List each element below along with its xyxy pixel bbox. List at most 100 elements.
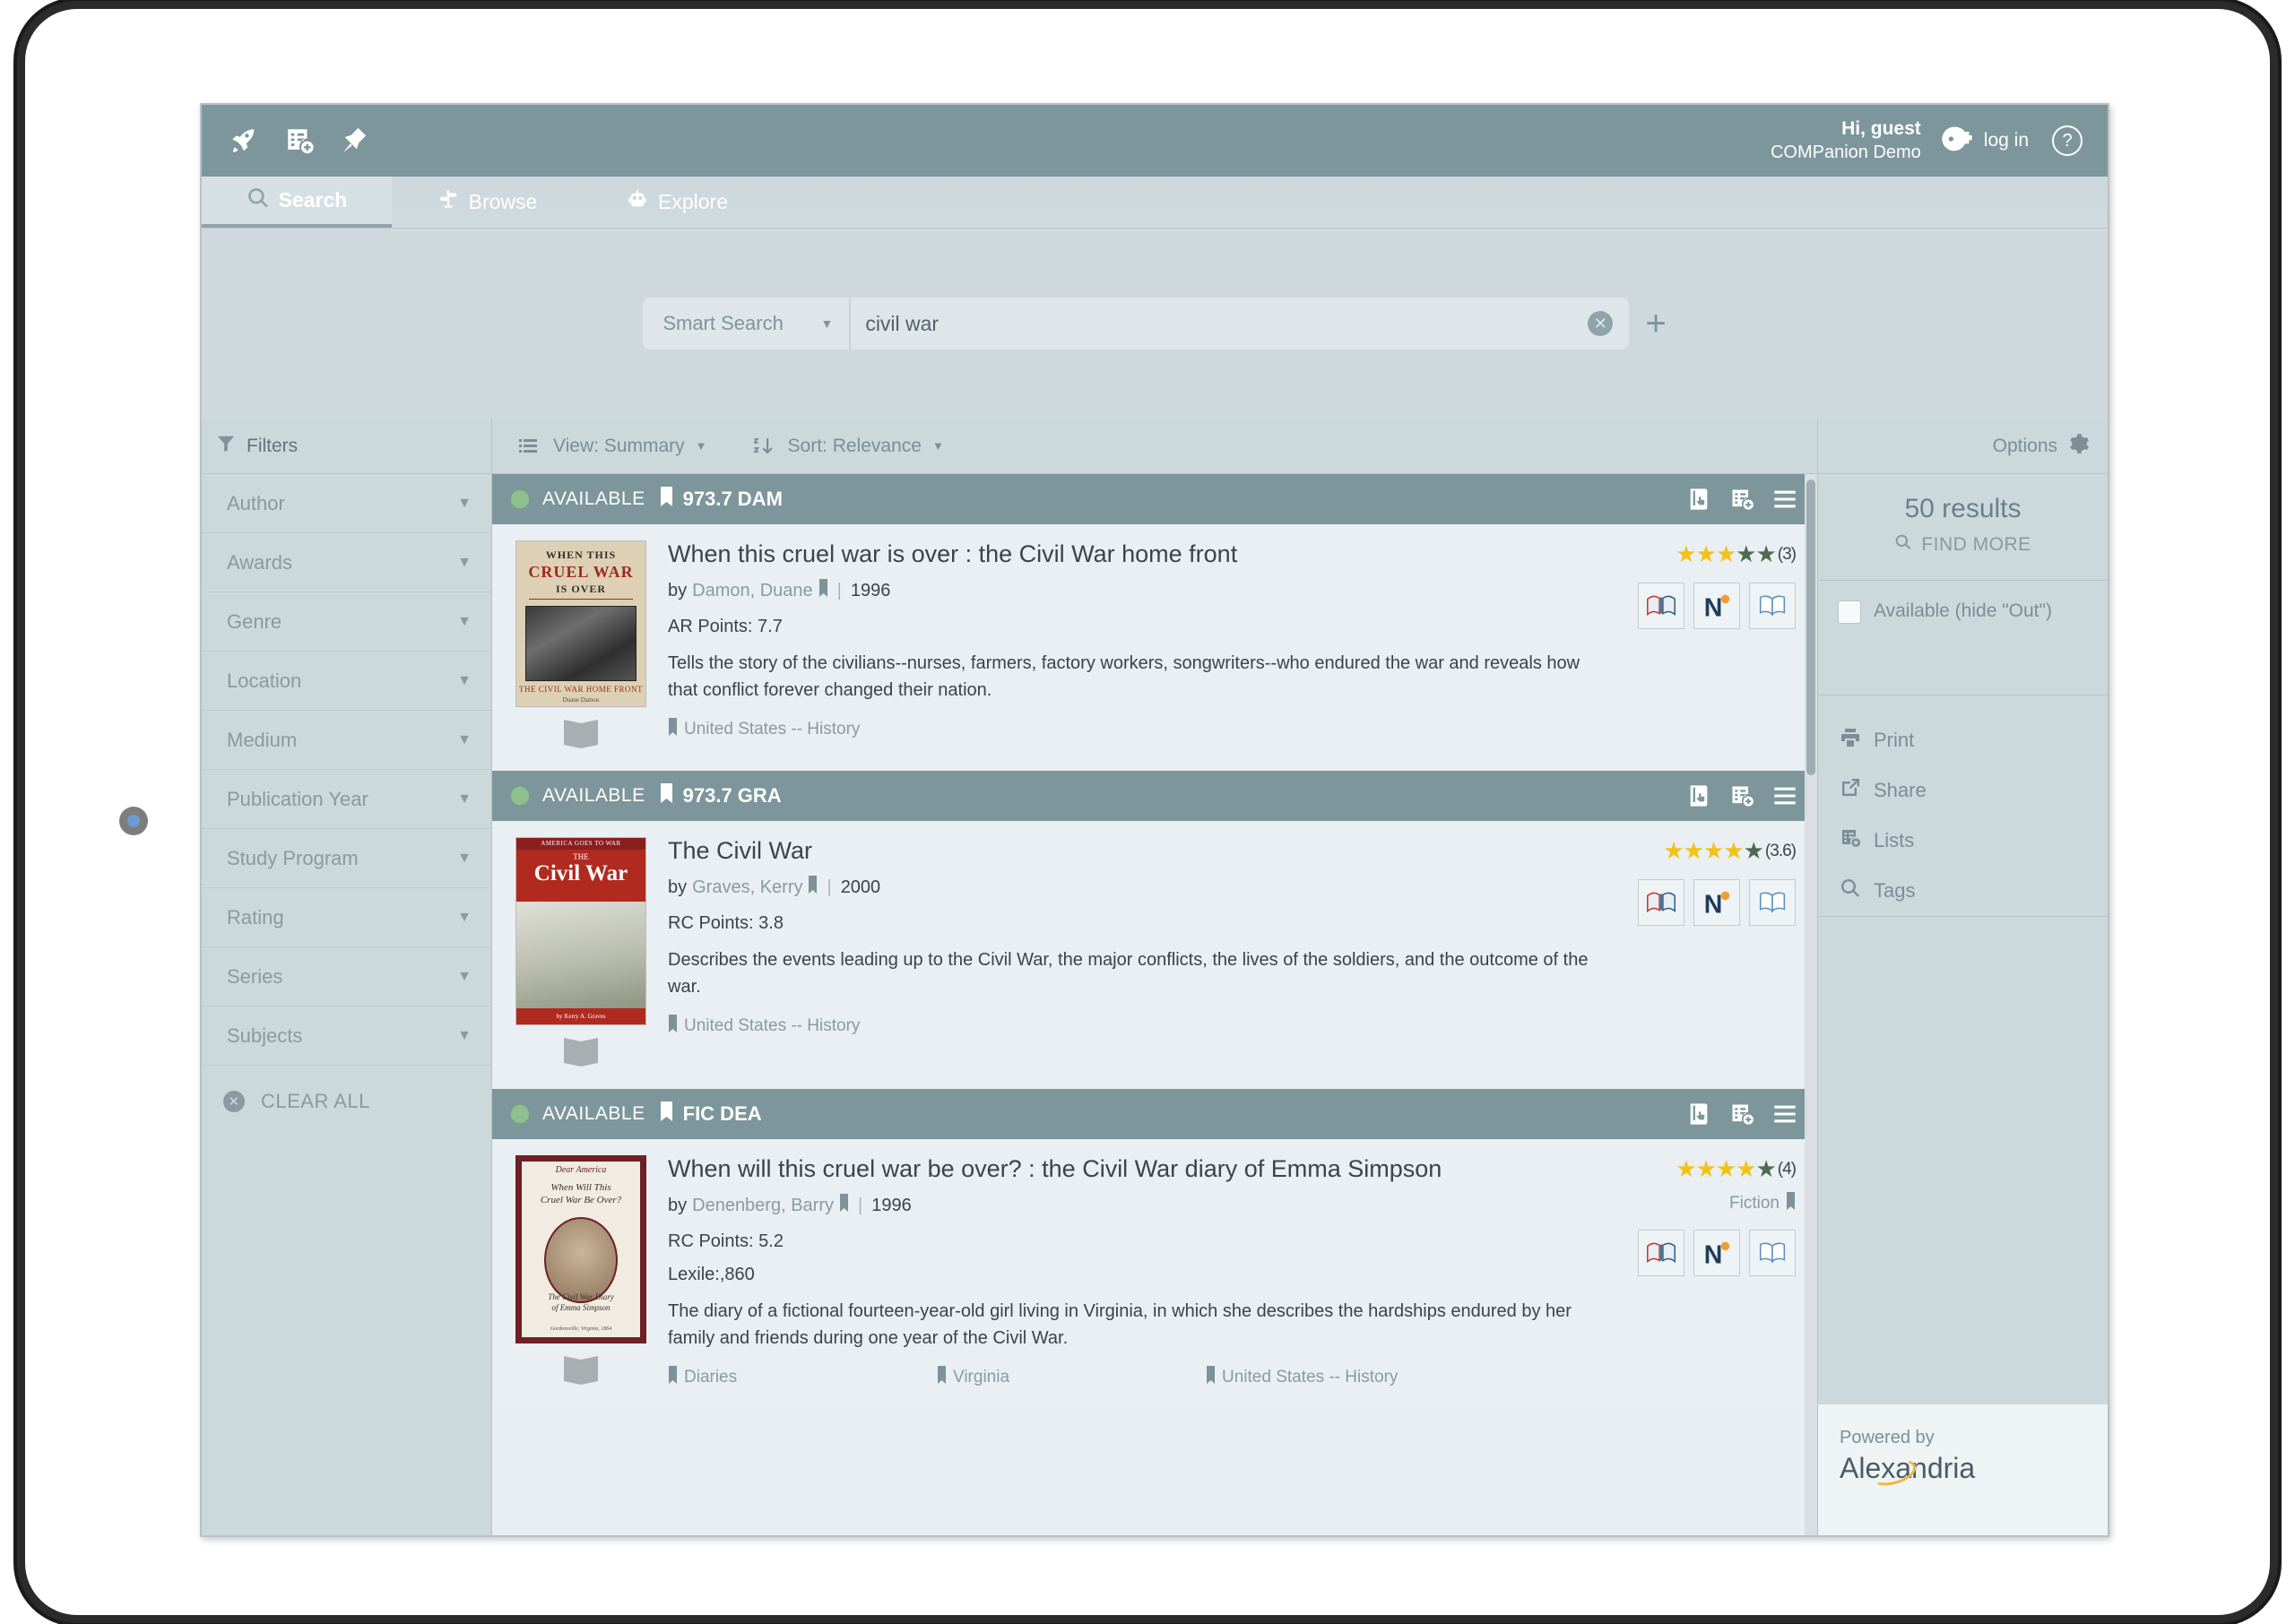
lists-label: Lists [1874,829,1914,852]
tab-search[interactable]: Search [202,177,392,228]
result-body: Dear America When Will ThisCruel War Be … [492,1139,1817,1402]
sidebar-spacer [1818,917,2108,1404]
tags-button[interactable]: Tags [1840,866,2108,916]
add-search-row-button[interactable]: + [1645,306,1666,341]
author-link[interactable]: Damon, Duane [692,581,813,601]
add-to-list-icon[interactable] [1729,1101,1754,1127]
subjects-row: Diaries Virginia [668,1366,1625,1389]
star-rating[interactable]: ★★★ ★★ (3) [1676,540,1796,568]
book-title[interactable]: The Civil War [668,837,1625,865]
sneak-peek-icon[interactable] [1749,879,1796,926]
results-scrollbar[interactable] [1805,474,1817,1537]
star-rating[interactable]: ★★★★ ★ (4) [1676,1155,1796,1183]
add-to-list-icon[interactable] [1729,487,1754,512]
subject-tag[interactable]: United States -- History [668,1015,860,1038]
star-rating[interactable]: ★★★★ ★ (3.6) [1663,837,1796,865]
results-count-block: 50 results FIND MORE [1818,474,2108,581]
tab-browse[interactable]: Browse [392,177,582,228]
subject-tag[interactable]: United States -- History [668,718,860,741]
book-summary: Describes the events leading up to the C… [668,946,1591,1000]
rocket-icon[interactable] [227,124,261,158]
tab-explore[interactable]: Explore [582,177,772,228]
info-column: When will this cruel war be over? : the … [648,1155,1625,1389]
sort-label: Sort: Relevance [788,436,922,457]
sort-select[interactable]: Sort: Relevance ▼ [788,436,944,457]
sneak-peek-icon[interactable] [1749,1230,1796,1276]
hamburger-menu-icon[interactable] [1772,487,1797,512]
book-cover-image[interactable]: Dear America When Will ThisCruel War Be … [515,1155,646,1343]
hamburger-menu-icon[interactable] [1772,1101,1797,1127]
genre-label[interactable]: Fiction [1729,1192,1796,1215]
filter-item-author[interactable]: Author ▼ [202,474,491,533]
filter-label: Rating [227,906,284,929]
book-tag-icon [658,486,676,513]
sneak-peek-icon[interactable] [1749,583,1796,629]
cover-line-3: IS OVER [516,583,645,596]
list-view-icon[interactable] [517,436,539,457]
checkout-icon[interactable] [1686,783,1711,808]
scrollbar-thumb[interactable] [1806,479,1815,775]
view-mode-select[interactable]: View: Summary ▼ [553,436,707,457]
search-input[interactable] [851,298,1588,350]
lists-button[interactable]: Lists [1840,816,2108,866]
clear-all-filters-button[interactable]: ✕ CLEAR ALL [202,1066,491,1137]
filter-item-location[interactable]: Location ▼ [202,652,491,711]
novelist-icon[interactable]: N [1693,583,1740,629]
publication-year: 2000 [841,877,881,898]
options-button[interactable]: Options [1818,419,2108,474]
author-link[interactable]: Graves, Kerry [692,877,802,898]
print-button[interactable]: Print [1840,715,2108,765]
ar-book-icon[interactable] [1638,1230,1684,1276]
subject-tag[interactable]: Virginia [937,1366,1206,1389]
tab-search-label: Search [279,188,348,212]
filter-item-genre[interactable]: Genre ▼ [202,592,491,652]
cover-photo [525,606,637,681]
info-column: When this cruel war is over : the Civil … [648,540,1625,753]
book-cover-image[interactable]: WHEN THIS CRUEL WAR IS OVER THE CIVIL WA… [515,540,646,707]
ar-book-icon[interactable] [1638,879,1684,926]
filters-title: Filters [247,436,298,457]
filter-item-publication-year[interactable]: Publication Year ▼ [202,770,491,829]
add-to-list-icon[interactable] [282,124,316,158]
availability-filter-block: Available (hide "Out") [1818,581,2108,695]
help-icon[interactable]: ? [2052,125,2083,156]
subject-tag[interactable]: Diaries [668,1366,937,1389]
sort-az-icon[interactable] [752,436,774,457]
chevron-down-icon: ▼ [457,673,472,689]
add-to-list-icon[interactable] [1729,783,1754,808]
login-button[interactable]: log in [1939,121,2029,161]
ar-book-icon[interactable] [1638,583,1684,629]
call-number-text: 973.7 GRA [683,784,782,808]
side-action-list: Print Share Lists [1818,695,2108,917]
checkout-icon[interactable] [1686,1101,1711,1127]
result-header-actions [1686,1101,1797,1127]
book-title[interactable]: When this cruel war is over : the Civil … [668,540,1625,568]
bookmark-icon [668,718,678,741]
book-cover-image[interactable]: AMERICA GOES TO WAR THE Civil War by Ker… [515,837,646,1025]
search-type-select[interactable]: Smart Search ▼ [643,298,851,350]
author-link[interactable]: Denenberg, Barry [692,1196,834,1216]
filter-item-medium[interactable]: Medium ▼ [202,711,491,770]
cover-illustration [516,902,645,1008]
tab-browse-label: Browse [469,190,538,214]
available-checkbox[interactable] [1838,600,1861,624]
filter-item-study-program[interactable]: Study Program ▼ [202,829,491,888]
subject-tag[interactable]: United States -- History [1206,1366,1398,1389]
filter-item-rating[interactable]: Rating ▼ [202,888,491,947]
novelist-icon[interactable]: N [1693,879,1740,926]
checkout-icon[interactable] [1686,487,1711,512]
pin-icon[interactable] [338,124,372,158]
filter-item-series[interactable]: Series ▼ [202,947,491,1006]
book-title[interactable]: When will this cruel war be over? : the … [668,1155,1625,1183]
search-row: Smart Search ▼ ✕ + [643,298,1666,350]
novelist-icon[interactable]: N [1693,1230,1740,1276]
share-button[interactable]: Share [1840,765,2108,816]
filter-item-awards[interactable]: Awards ▼ [202,533,491,592]
filter-item-subjects[interactable]: Subjects ▼ [202,1006,491,1066]
find-more-button[interactable]: FIND MORE [1818,533,2108,557]
hamburger-menu-icon[interactable] [1772,783,1797,808]
clear-search-icon[interactable]: ✕ [1588,311,1613,336]
tablet-home-button[interactable] [119,807,148,835]
subject-label: Diaries [684,1368,737,1387]
tags-label: Tags [1874,879,1915,903]
